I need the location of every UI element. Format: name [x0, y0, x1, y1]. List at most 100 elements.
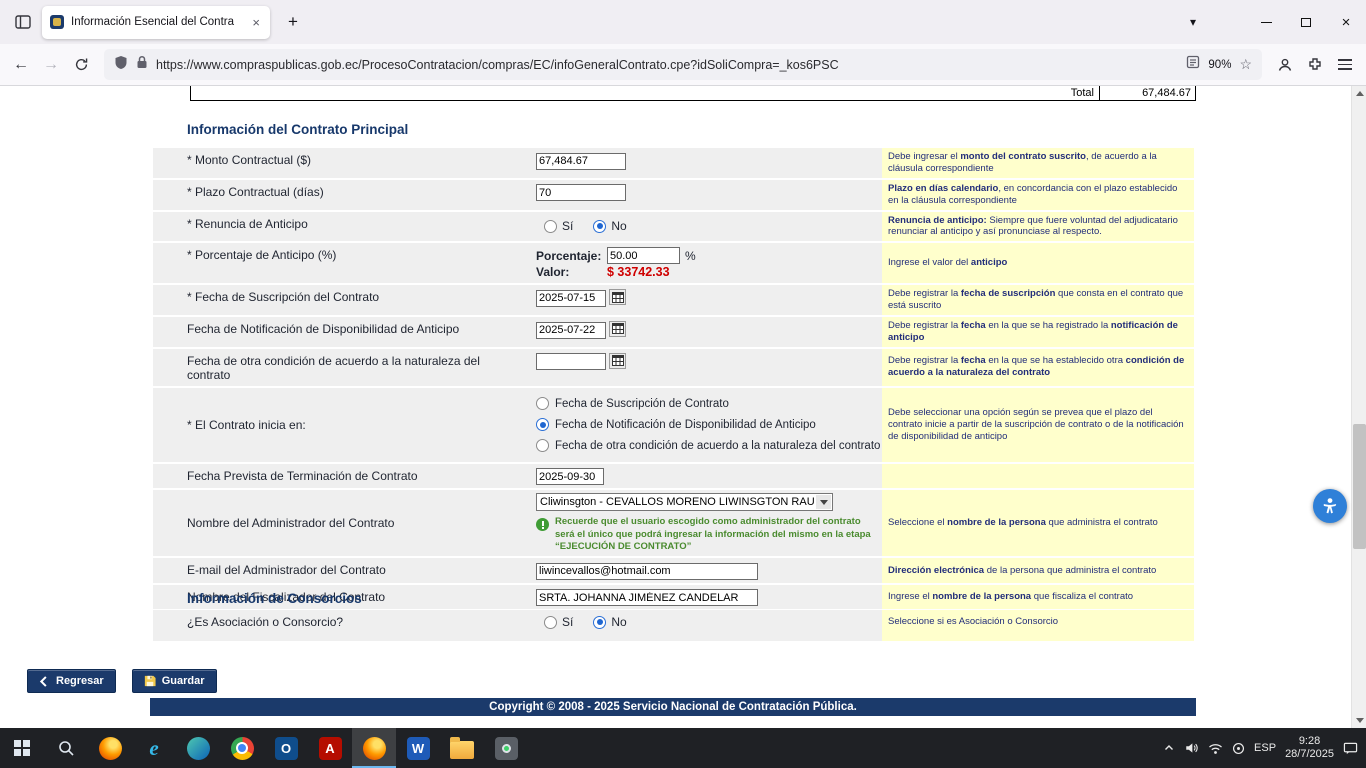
label-email-admin: E-mail del Administrador del Contrato [153, 558, 530, 583]
hidden-icons-chevron[interactable] [1163, 742, 1175, 754]
calendar-icon[interactable] [609, 321, 626, 337]
chrome-icon[interactable] [220, 728, 264, 768]
forward-icon[interactable]: → [36, 50, 66, 80]
inicia-option-suscripcion[interactable]: Fecha de Suscripción de Contrato [536, 393, 882, 414]
renuncia-no-radio[interactable] [593, 220, 606, 233]
word-icon[interactable]: W [396, 728, 440, 768]
new-tab-button[interactable]: + [280, 10, 306, 34]
tab-close-icon[interactable]: × [250, 16, 262, 29]
fiscalizador-input[interactable] [536, 589, 758, 606]
scrollbar-thumb[interactable] [1353, 424, 1366, 549]
lock-icon[interactable] [136, 55, 148, 74]
calendar-icon[interactable] [609, 289, 626, 305]
label-fecha-otra: Fecha de otra condición de acuerdo a la … [153, 349, 530, 386]
language-indicator[interactable]: ESP [1254, 742, 1276, 754]
list-all-tabs-icon[interactable]: ▾ [1180, 11, 1206, 33]
percent-sign: % [685, 249, 696, 263]
url-text: https://www.compraspublicas.gob.ec/Proce… [156, 58, 1178, 72]
fecha-suscripcion-input[interactable] [536, 290, 606, 307]
network-icon[interactable] [1208, 742, 1223, 755]
page-content: Total 67,484.67 Información del Contrato… [0, 86, 1351, 728]
fecha-notificacion-input[interactable] [536, 322, 606, 339]
label-plazo: * Plazo Contractual (días) [153, 180, 530, 210]
url-bar[interactable]: https://www.compraspublicas.gob.ec/Proce… [104, 49, 1262, 80]
scroll-up-arrow[interactable] [1352, 86, 1366, 101]
file-explorer-icon[interactable] [440, 728, 484, 768]
firefox-view-icon[interactable] [8, 7, 38, 37]
search-icon[interactable] [44, 728, 88, 768]
window-maximize-button[interactable] [1286, 5, 1326, 39]
edge-icon[interactable] [176, 728, 220, 768]
consorcio-option-si[interactable]: Sí [544, 615, 573, 629]
inicia-notificacion-radio[interactable] [536, 418, 549, 431]
administrador-select[interactable]: Cliwinsgton - CEVALLOS MORENO LIWINSGTON… [536, 493, 833, 511]
vertical-scrollbar[interactable] [1351, 86, 1366, 728]
outlook-icon[interactable]: O [264, 728, 308, 768]
label-renuncia: * Renuncia de Anticipo [153, 212, 530, 242]
inicia-option-notificacion[interactable]: Fecha de Notificación de Disponibilidad … [536, 414, 882, 435]
firefox-active-icon[interactable] [352, 728, 396, 768]
window-minimize-button[interactable] [1246, 5, 1286, 39]
regresar-button[interactable]: Regresar [27, 669, 116, 693]
inicia-suscripcion-radio[interactable] [536, 397, 549, 410]
select-dropdown-icon[interactable] [816, 495, 831, 509]
guardar-label: Guardar [162, 675, 205, 687]
renuncia-si-radio[interactable] [544, 220, 557, 233]
scroll-down-arrow[interactable] [1352, 713, 1366, 728]
consorcio-si-label: Sí [562, 615, 573, 629]
label-consorcio: ¿Es Asociación o Consorcio? [153, 610, 530, 634]
browser-nav-bar: ← → https://www.compraspublicas.gob.ec/P… [0, 44, 1366, 86]
acrobat-icon[interactable]: A [308, 728, 352, 768]
section-title-consorcios: Información de Consorcios [187, 591, 362, 606]
ime-icon[interactable] [1232, 742, 1245, 755]
total-label: Total [191, 86, 1100, 100]
payments-total-row: Total 67,484.67 [190, 86, 1196, 101]
info-green-icon [536, 518, 549, 531]
fecha-terminacion-input[interactable] [536, 468, 604, 485]
monto-input[interactable] [536, 153, 626, 170]
capture-tool-icon[interactable] [484, 728, 528, 768]
administrador-note: Recuerde que el usuario escogido como ad… [536, 516, 878, 553]
administrador-selected-value: Cliwinsgton - CEVALLOS MORENO LIWINSGTON… [540, 496, 814, 508]
inicia-option-otra[interactable]: Fecha de otra condición de acuerdo a la … [536, 435, 882, 456]
bookmark-star-icon[interactable]: ☆ [1239, 56, 1252, 73]
volume-icon[interactable] [1184, 741, 1199, 755]
extensions-icon[interactable] [1300, 50, 1330, 80]
help-email-admin: Dirección electrónica de la persona que … [882, 558, 1194, 583]
plazo-input[interactable] [536, 184, 626, 201]
zoom-level-button[interactable]: 90% [1208, 59, 1231, 71]
renuncia-option-no[interactable]: No [593, 219, 626, 233]
help-fecha-suscripcion: Debe registrar la fecha de suscripción q… [882, 285, 1194, 315]
form-row-fecha-suscripcion: * Fecha de Suscripción del Contrato Debe… [153, 285, 1194, 315]
window-close-button[interactable]: × [1326, 5, 1366, 39]
form-row-consorcio: ¿Es Asociación o Consorcio? Sí No Selecc… [153, 610, 1194, 634]
reader-mode-icon[interactable] [1186, 55, 1200, 74]
email-admin-input[interactable] [536, 563, 758, 580]
tracking-protection-shield-icon[interactable] [114, 55, 128, 75]
start-button[interactable] [0, 728, 44, 768]
action-center-icon[interactable] [1343, 741, 1358, 755]
consorcio-no-radio[interactable] [593, 616, 606, 629]
calendar-icon[interactable] [609, 353, 626, 369]
menu-icon[interactable] [1330, 50, 1360, 80]
inicia-otra-radio[interactable] [536, 439, 549, 452]
accessibility-widget-button[interactable] [1313, 489, 1347, 523]
renuncia-option-si[interactable]: Sí [544, 219, 573, 233]
browser-tab[interactable]: Información Esencial del Contra × [42, 6, 270, 39]
consorcio-si-radio[interactable] [544, 616, 557, 629]
help-fiscalizador: Ingrese el nombre de la persona que fisc… [882, 585, 1194, 610]
internet-explorer-icon[interactable]: e [132, 728, 176, 768]
back-icon[interactable]: ← [6, 50, 36, 80]
guardar-button[interactable]: Guardar [132, 669, 217, 693]
clock[interactable]: 9:28 28/7/2025 [1285, 735, 1334, 761]
firefox-icon[interactable] [88, 728, 132, 768]
form-row-plazo: * Plazo Contractual (días) Plazo en días… [153, 180, 1194, 210]
consorcio-option-no[interactable]: No [593, 615, 626, 629]
system-tray: ESP 9:28 28/7/2025 [1163, 728, 1366, 768]
browser-tab-bar: Información Esencial del Contra × + ▾ × [0, 0, 1366, 44]
fecha-otra-input[interactable] [536, 353, 606, 370]
reload-icon[interactable] [66, 50, 96, 80]
account-icon[interactable] [1270, 50, 1300, 80]
inicia-suscripcion-label: Fecha de Suscripción de Contrato [555, 398, 729, 410]
porcentaje-input[interactable] [607, 247, 680, 264]
